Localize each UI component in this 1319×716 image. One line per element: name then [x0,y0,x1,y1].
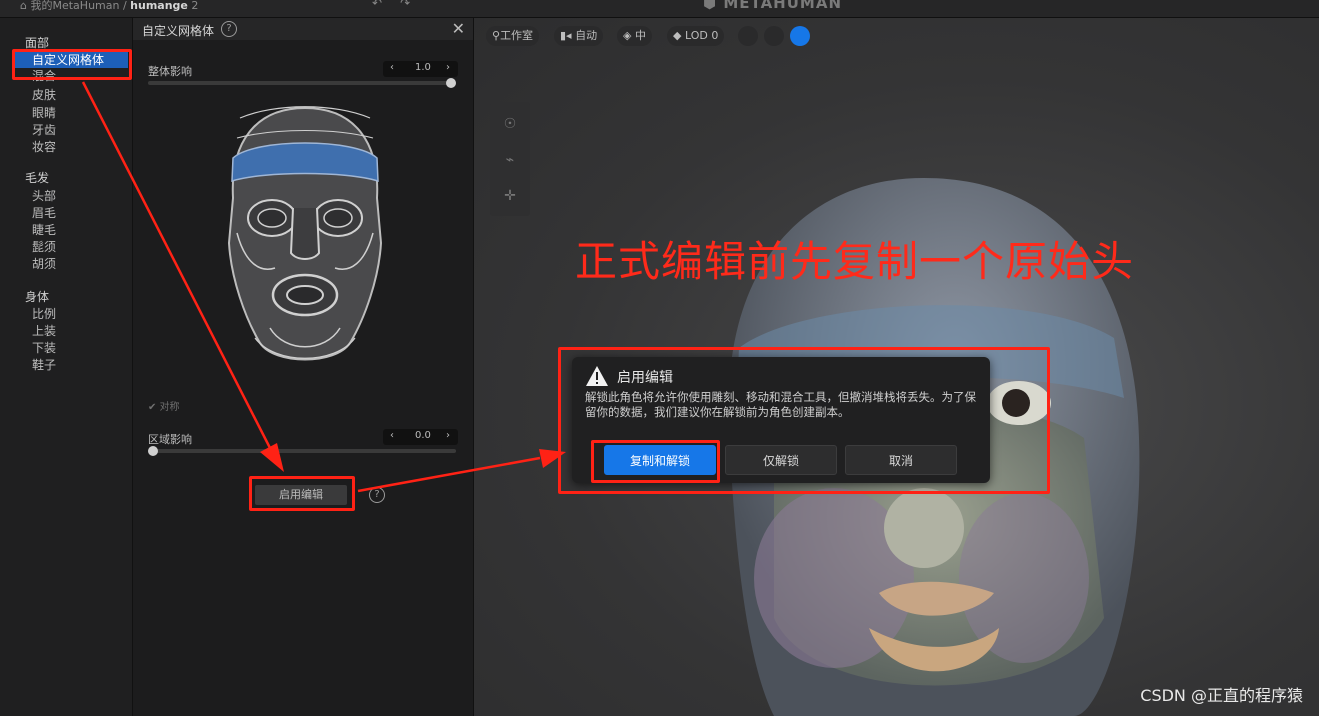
overall-influence-value: 1.0 [415,62,431,73]
help-icon[interactable]: ? [369,487,385,503]
nav-item-eyebrows[interactable]: 眉毛 [32,205,56,221]
face-wireframe-icon [227,106,383,361]
brand-logo: ⬢ METAHUMAN [703,0,843,12]
close-icon[interactable]: ✕ [452,19,465,38]
nav-item-teeth[interactable]: 牙齿 [32,122,56,138]
nav-category-hair: 毛发 [25,171,50,185]
highlight-box-duplicate-button [591,440,720,483]
annotation-text: 正式编辑前先复制一个原始头 [575,237,1135,286]
nav-item-shoes[interactable]: 鞋子 [32,357,56,373]
chevron-right-icon[interactable]: › [446,62,450,73]
redo-icon[interactable]: ↷ [400,0,428,10]
nav-item-makeup[interactable]: 妆容 [32,139,56,155]
breadcrumb-current: humange [130,0,188,12]
top-bar: ⌂ 我的MetaHuman / humange 2 ↶↷ ⬢ METAHUMAN [0,0,1319,18]
panel-title: 自定义网格体 [142,24,215,38]
nav-item-proportions[interactable]: 比例 [32,306,56,322]
breadcrumb: ⌂ 我的MetaHuman / humange 2 [20,0,198,13]
overall-influence-label: 整体影响 [148,65,192,78]
undo-icon[interactable]: ↶ [372,0,400,10]
symmetry-checkbox[interactable]: ✔ 对称 [148,398,180,413]
nav-item-skin[interactable]: 皮肤 [32,87,56,103]
nav-item-eyes[interactable]: 眼睛 [32,105,56,121]
nav-item-bottoms[interactable]: 下装 [32,340,56,356]
region-influence-label: 区域影响 [148,433,192,446]
overall-influence-stepper[interactable]: ‹ 1.0 › [383,61,458,77]
breadcrumb-suffix: 2 [191,0,199,12]
highlight-box-nav [12,49,132,80]
nav-item-head-hair[interactable]: 头部 [32,188,56,204]
overall-influence-slider[interactable] [148,78,456,88]
highlight-box-enable-button [249,476,355,511]
chevron-right-icon[interactable]: › [446,430,450,441]
chevron-left-icon[interactable]: ‹ [390,62,394,73]
symmetry-label: 对称 [159,402,180,413]
help-icon[interactable]: ? [221,21,237,37]
slider-thumb[interactable] [148,446,158,456]
panel-header: 自定义网格体 ? ✕ [133,18,473,40]
chevron-left-icon[interactable]: ‹ [390,430,394,441]
nav-item-tops[interactable]: 上装 [32,323,56,339]
breadcrumb-root[interactable]: 我的MetaHuman / [30,0,126,12]
region-influence-slider[interactable] [148,446,456,456]
nav-item-beard[interactable]: 胡须 [32,256,56,272]
left-nav: 面部 自定义网格体 混合 皮肤 眼睛 牙齿 妆容 毛发 头部 眉毛 睫毛 髭须 … [0,18,133,716]
slider-thumb[interactable] [446,78,456,88]
home-icon[interactable]: ⌂ [20,0,30,12]
watermark: CSDN @正直的程序猿 [1140,686,1303,705]
region-influence-value: 0.0 [415,430,431,441]
nav-category-body: 身体 [25,290,50,304]
nav-item-eyelashes[interactable]: 睫毛 [32,222,56,238]
face-region-map[interactable] [215,103,395,373]
custom-mesh-panel: 自定义网格体 ? ✕ 整体影响 ‹ 1.0 › ✔ 对称 区域影响 ‹ 0.0 … [133,18,474,716]
nav-item-mustache[interactable]: 髭须 [32,239,56,255]
region-influence-stepper[interactable]: ‹ 0.0 › [383,429,458,445]
